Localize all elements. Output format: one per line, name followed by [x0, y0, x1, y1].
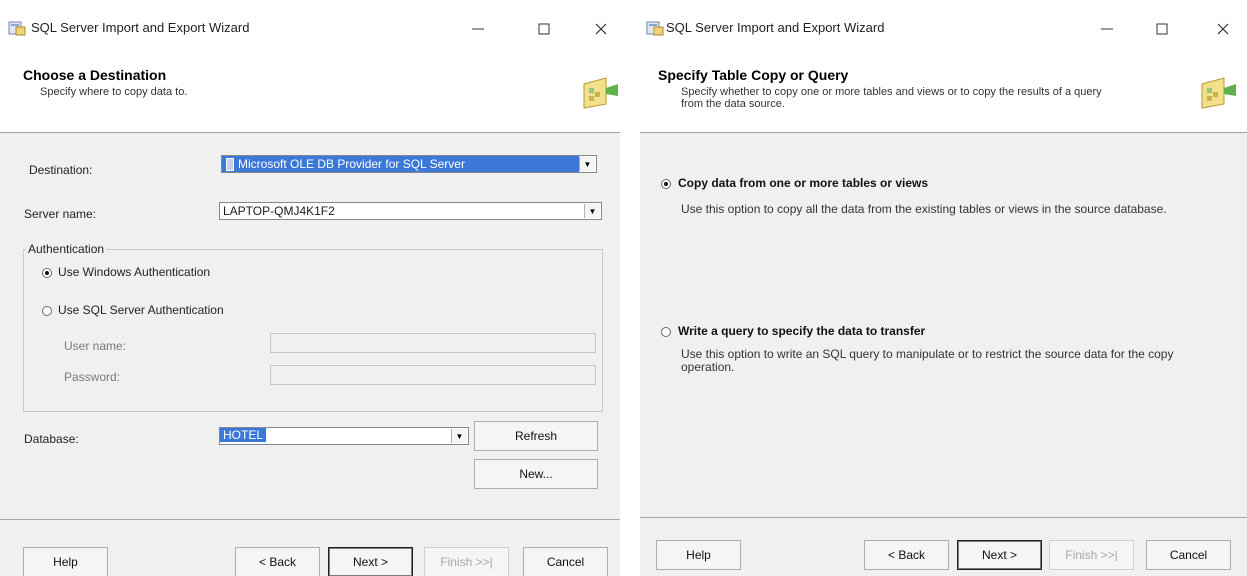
chevron-down-icon[interactable]: ▼ — [584, 204, 600, 218]
help-button[interactable]: Help — [656, 540, 741, 570]
refresh-button[interactable]: Refresh — [474, 421, 598, 451]
close-icon[interactable] — [1205, 12, 1241, 46]
back-button[interactable]: < Back — [235, 547, 320, 576]
page-subtitle-line2: from the data source. — [681, 98, 785, 110]
provider-icon — [226, 157, 234, 171]
maximize-icon[interactable] — [1144, 12, 1180, 46]
destination-label: Destination: — [29, 163, 93, 177]
database-value: HOTEL — [220, 428, 267, 442]
write-query-description-line1: Use this option to write an SQL query to… — [681, 347, 1174, 361]
page-title: Specify Table Copy or Query — [658, 67, 849, 83]
copy-tables-label[interactable]: Copy data from one or more tables or vie… — [678, 176, 928, 190]
maximize-icon[interactable] — [526, 12, 562, 46]
footer-separator — [640, 517, 1247, 518]
database-dropdown[interactable]: HOTEL ▼ — [219, 427, 469, 445]
sql-auth-label[interactable]: Use SQL Server Authentication — [58, 303, 224, 317]
copy-tables-radio[interactable] — [661, 179, 671, 189]
next-button[interactable]: Next > — [957, 540, 1042, 570]
authentication-legend: Authentication — [26, 242, 107, 256]
username-label: User name: — [64, 339, 127, 353]
footer-separator — [0, 519, 620, 520]
chevron-down-icon[interactable]: ▼ — [579, 157, 595, 171]
window-title: SQL Server Import and Export Wizard — [31, 20, 250, 35]
next-button[interactable]: Next > — [328, 547, 413, 576]
wizard-window-choose-destination: SQL Server Import and Export Wizard Choo… — [0, 0, 620, 576]
new-database-button[interactable]: New... — [474, 459, 598, 489]
wizard-app-icon — [8, 21, 26, 36]
server-name-dropdown[interactable]: LAPTOP-QMJ4K1F2 ▼ — [219, 202, 602, 220]
username-field[interactable] — [270, 333, 596, 353]
password-label: Password: — [64, 370, 121, 384]
sql-auth-radio[interactable] — [42, 306, 52, 316]
page-subtitle: Specify where to copy data to. — [40, 86, 188, 98]
window-title: SQL Server Import and Export Wizard — [666, 20, 885, 35]
wizard-header: Choose a Destination Specify where to co… — [0, 58, 620, 133]
wizard-header: Specify Table Copy or Query Specify whet… — [640, 58, 1247, 133]
finish-button[interactable]: Finish >>| — [424, 547, 509, 576]
back-button[interactable]: < Back — [864, 540, 949, 570]
cancel-button[interactable]: Cancel — [523, 547, 608, 576]
page-title: Choose a Destination — [23, 67, 167, 83]
wizard-window-table-copy-or-query: SQL Server Import and Export Wizard Spec… — [640, 0, 1247, 576]
import-export-header-icon — [1201, 77, 1236, 109]
wizard-app-icon — [646, 21, 664, 36]
database-label: Database: — [24, 432, 79, 446]
help-button[interactable]: Help — [23, 547, 108, 576]
server-name-label: Server name: — [24, 207, 97, 221]
destination-value: Microsoft OLE DB Provider for SQL Server — [238, 157, 465, 171]
minimize-icon[interactable] — [1089, 12, 1125, 46]
finish-button[interactable]: Finish >>| — [1049, 540, 1134, 570]
chevron-down-icon[interactable]: ▼ — [451, 429, 467, 443]
write-query-radio[interactable] — [661, 327, 671, 337]
windows-auth-radio[interactable] — [42, 268, 52, 278]
title-bar[interactable]: SQL Server Import and Export Wizard — [640, 0, 1247, 58]
server-name-value: LAPTOP-QMJ4K1F2 — [223, 204, 335, 218]
destination-dropdown[interactable]: Microsoft OLE DB Provider for SQL Server… — [221, 155, 597, 173]
write-query-label[interactable]: Write a query to specify the data to tra… — [678, 324, 925, 338]
import-export-header-icon — [583, 77, 618, 109]
write-query-description-line2: operation. — [681, 360, 735, 374]
password-field[interactable] — [270, 365, 596, 385]
title-bar[interactable]: SQL Server Import and Export Wizard — [0, 0, 620, 58]
cancel-button[interactable]: Cancel — [1146, 540, 1231, 570]
windows-auth-label[interactable]: Use Windows Authentication — [58, 265, 210, 279]
copy-tables-description: Use this option to copy all the data fro… — [681, 202, 1167, 216]
page-subtitle-line1: Specify whether to copy one or more tabl… — [681, 86, 1102, 98]
minimize-icon[interactable] — [460, 12, 496, 46]
close-icon[interactable] — [583, 12, 619, 46]
